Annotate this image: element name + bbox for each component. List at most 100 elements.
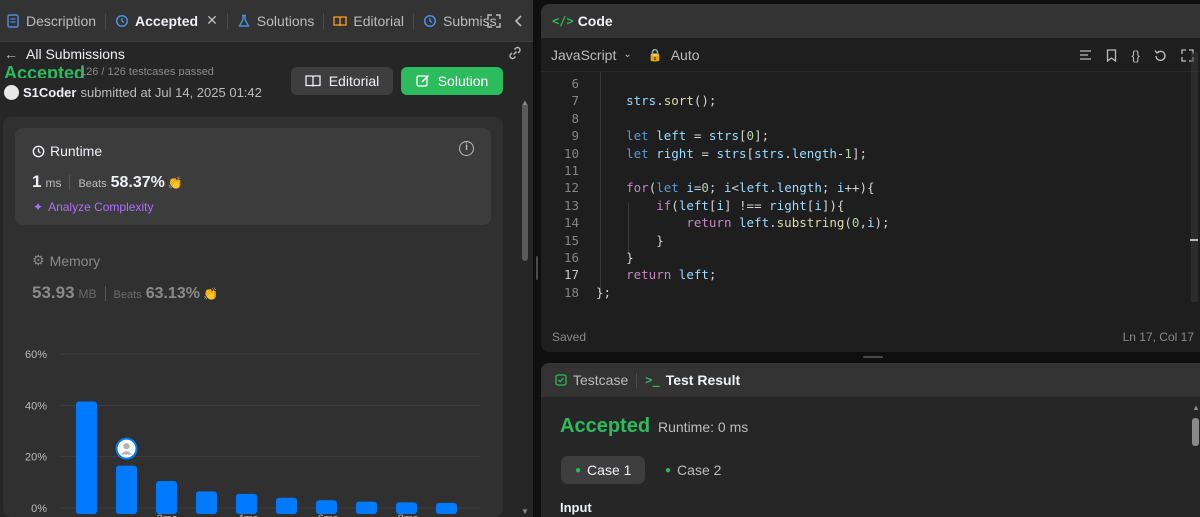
- info-icon[interactable]: i: [459, 141, 474, 156]
- result-scrollbar[interactable]: ▲: [1191, 403, 1200, 517]
- link-icon[interactable]: [507, 45, 523, 61]
- code-line: 10 let right = strs[strs.length-1];: [541, 145, 1181, 162]
- runtime-unit: ms: [45, 176, 62, 190]
- tab-testcase-label: Testcase: [573, 372, 629, 388]
- memory-mb: 53.93: [32, 283, 75, 302]
- case-1-tab[interactable]: ● Case 1: [561, 456, 646, 484]
- tab-divider: [226, 12, 228, 29]
- scroll-up-icon[interactable]: ▲: [520, 98, 530, 107]
- code-line: 15 }: [541, 232, 1181, 249]
- checkbox-icon: [555, 374, 567, 386]
- scroll-down-icon[interactable]: ▼: [520, 507, 530, 516]
- divider: [104, 285, 106, 301]
- scroll-up-icon[interactable]: ▲: [1192, 403, 1200, 412]
- case-2-tab[interactable]: ● Case 2: [651, 456, 735, 484]
- x-tick-label: 2ms: [157, 513, 178, 517]
- code-text: let right = strs[strs.length-1];: [626, 145, 867, 161]
- scrollbar[interactable]: [520, 98, 529, 517]
- close-icon[interactable]: ✕: [206, 12, 218, 29]
- code-panel: </> Code JavaScript ⌄ 🔒 Auto {} 67 strs.…: [541, 4, 1200, 352]
- tab-test-result[interactable]: >_ Test Result: [645, 372, 740, 388]
- clap-icon: 👏: [202, 287, 218, 301]
- tab-accepted[interactable]: Accepted ✕: [109, 0, 224, 42]
- submission-panel: Description Accepted ✕ Solutions Editori…: [0, 0, 533, 517]
- memory-beats-value: 63.13%: [145, 285, 200, 302]
- history-icon: [423, 14, 437, 27]
- code-text: if(left[i] !== right[i]){: [656, 197, 845, 213]
- tab-divider: [105, 12, 107, 29]
- runtime-title-label: Runtime: [50, 143, 103, 159]
- braces-icon[interactable]: {}: [1131, 48, 1140, 63]
- code-line: 16 }: [541, 249, 1181, 266]
- code-scrollbar-track[interactable]: [1191, 52, 1198, 302]
- splitter-grip[interactable]: [536, 256, 538, 280]
- tab-editorial[interactable]: Editorial: [327, 0, 410, 42]
- tab-editorial-label: Editorial: [353, 12, 404, 29]
- editorial-button-label: Editorial: [328, 73, 380, 89]
- code-line: 8: [541, 110, 1181, 127]
- code-scrollbar[interactable]: [1190, 52, 1198, 302]
- horizontal-splitter[interactable]: [541, 352, 1200, 363]
- scrollbar-thumb[interactable]: [1192, 418, 1199, 446]
- analyze-complexity-link[interactable]: ✦ Analyze Complexity: [33, 200, 153, 214]
- format-icon[interactable]: [1079, 49, 1092, 61]
- code-text: for(let i=0; i<left.length; i++){: [626, 180, 875, 196]
- line-number: 15: [563, 232, 579, 248]
- code-text: strs.sort();: [626, 93, 717, 109]
- chart-bar: [436, 502, 457, 514]
- line-number: 8: [571, 110, 579, 126]
- tab-solutions-label: Solutions: [256, 12, 315, 29]
- cursor-marker: [1190, 239, 1198, 241]
- reset-icon[interactable]: [1154, 49, 1167, 62]
- chevron-left-icon[interactable]: [513, 14, 525, 28]
- testcases-passed: 126 / 126 testcases passed: [80, 66, 214, 76]
- tab-description[interactable]: Description: [0, 0, 102, 42]
- vertical-splitter[interactable]: [533, 0, 541, 517]
- memory-title[interactable]: ⚙ Memory: [32, 252, 100, 269]
- case-2-label: Case 2: [677, 462, 722, 478]
- chart-bar: [236, 493, 257, 514]
- bookmark-icon[interactable]: [1106, 48, 1117, 62]
- code-line: 9 let left = strs[0];: [541, 127, 1181, 144]
- runtime-value: 1 ms Beats 58.37% 👏: [32, 172, 183, 192]
- tab-description-label: Description: [26, 12, 97, 29]
- line-number: 18: [563, 284, 579, 300]
- chip-icon: ⚙: [32, 252, 45, 268]
- code-title: Code: [577, 13, 613, 29]
- tab-divider: [412, 12, 414, 29]
- terminal-icon: >_: [645, 373, 660, 387]
- analyze-complexity-label: Analyze Complexity: [48, 200, 154, 214]
- solution-button[interactable]: Solution: [401, 67, 503, 95]
- runtime-title: Runtime: [32, 143, 102, 159]
- memory-unit: MB: [78, 287, 97, 301]
- tab-solutions[interactable]: Solutions: [231, 0, 321, 42]
- tab-tools: [487, 0, 525, 42]
- line-number: 9: [571, 128, 579, 144]
- code-line: 13 if(left[i] !== right[i]){: [541, 197, 1181, 214]
- language-select[interactable]: JavaScript ⌄: [551, 47, 632, 63]
- editorial-button[interactable]: Editorial: [291, 67, 393, 95]
- splitter-grip[interactable]: [863, 356, 883, 358]
- input-label: Input: [560, 500, 592, 515]
- cursor-position: Ln 17, Col 17: [1122, 330, 1194, 344]
- code-text: }: [596, 250, 634, 265]
- tab-testcase[interactable]: Testcase: [555, 372, 628, 388]
- code-line: 14 return left.substring(0,i);: [541, 214, 1181, 231]
- line-number: 11: [563, 163, 579, 178]
- code-text: };: [596, 284, 612, 300]
- maximize-icon[interactable]: [487, 14, 501, 28]
- x-tick-label: 8ms: [398, 513, 419, 517]
- chart-bar: [76, 401, 97, 514]
- code-editor[interactable]: 67 strs.sort(); 8 9 let left = strs[0]; 10 …: [541, 72, 1200, 322]
- code-line: 11: [541, 162, 1181, 179]
- avatar[interactable]: [4, 85, 19, 100]
- scrollbar-thumb[interactable]: [522, 103, 528, 261]
- tab-divider: [636, 372, 638, 388]
- test-result-panel: Testcase >_ Test Result Accepted Runtime…: [541, 363, 1200, 517]
- mode-indicator[interactable]: 🔒 Auto: [648, 47, 700, 63]
- divider: [69, 174, 71, 190]
- code-toolbar: JavaScript ⌄ 🔒 Auto {}: [541, 38, 1200, 72]
- code-line: 17 return left;: [541, 266, 1181, 283]
- mode-label: Auto: [670, 46, 700, 63]
- username-link[interactable]: S1Coder: [23, 85, 76, 100]
